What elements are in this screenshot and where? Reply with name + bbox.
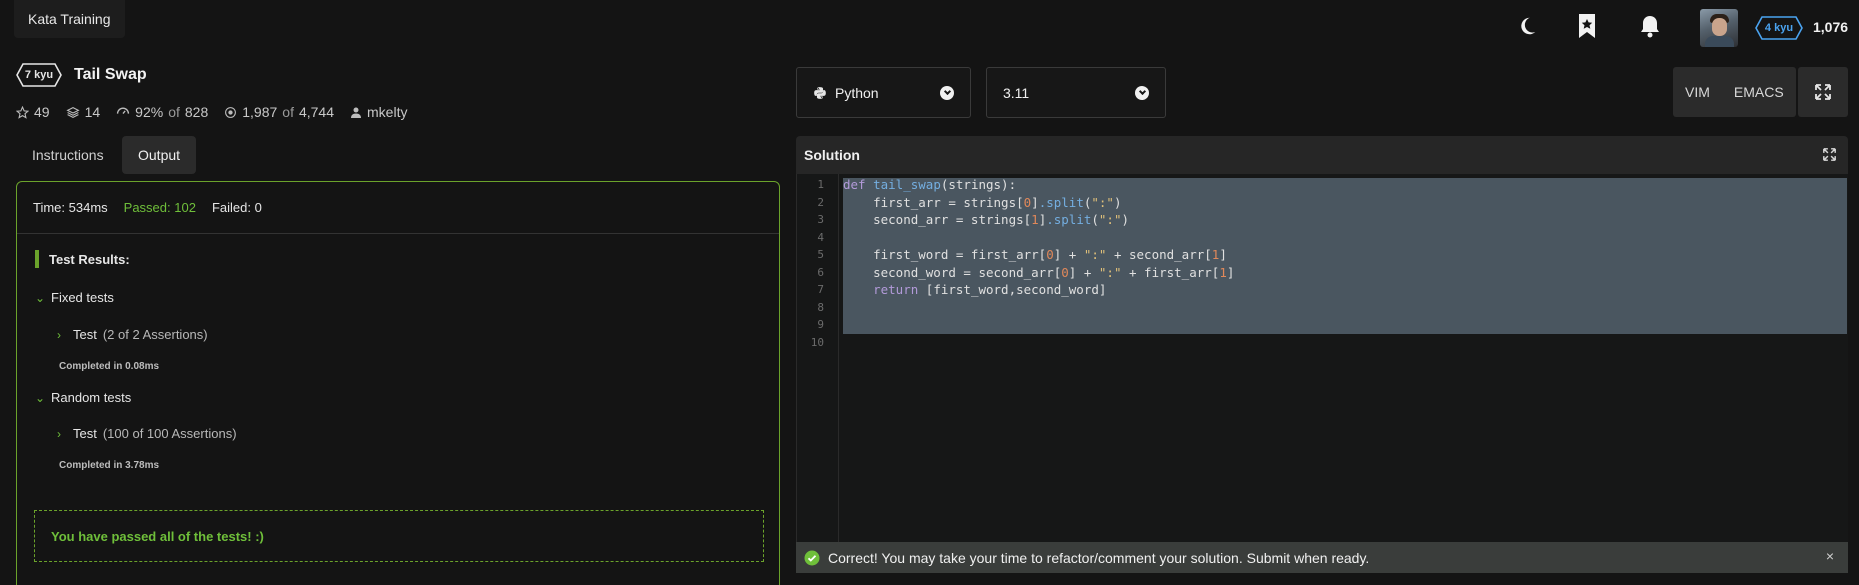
passed-stat: Passed: 102: [123, 200, 196, 215]
code-editor[interactable]: 1 2 3 4 5 6 7 8 9 10 def tail_swap(strin…: [796, 174, 1848, 542]
author-name: mkelty: [367, 104, 408, 120]
version-select[interactable]: 3.11: [986, 67, 1166, 118]
time-stat: Time: 534ms: [33, 200, 108, 215]
collections-stat[interactable]: 14: [65, 104, 101, 120]
success-toast: Correct! You may take your time to refac…: [796, 542, 1848, 573]
tab-instructions[interactable]: Instructions: [16, 136, 120, 174]
stars-stat[interactable]: 49: [16, 104, 50, 120]
satisfaction-percent: 92%: [135, 104, 164, 120]
fullscreen-icon: [1815, 84, 1831, 100]
results-marker: [35, 250, 39, 268]
editor-mode-buttons: VIM EMACS: [1673, 67, 1796, 117]
code-line[interactable]: [843, 230, 851, 245]
code-line[interactable]: [843, 335, 851, 350]
line-number: 10: [810, 335, 824, 349]
layers-icon: [65, 106, 80, 118]
emacs-mode-button[interactable]: EMACS: [1722, 67, 1796, 117]
completed-of: of: [282, 104, 294, 120]
line-number: 4: [817, 230, 824, 244]
expand-icon[interactable]: [1823, 148, 1836, 164]
line-number-gutter: 1 2 3 4 5 6 7 8 9 10: [797, 174, 839, 542]
language-value: Python: [835, 84, 879, 101]
fullscreen-button[interactable]: [1798, 67, 1848, 117]
code-line[interactable]: [843, 300, 851, 315]
kata-kyu-label: 7 kyu: [24, 69, 54, 81]
test-results-heading: Test Results:: [49, 252, 130, 267]
close-icon[interactable]: ×: [1826, 548, 1834, 564]
satisfaction-votes: 828: [184, 104, 209, 120]
bell-icon[interactable]: [1636, 12, 1664, 40]
line-number: 6: [817, 265, 824, 279]
completed-count: 1,987: [242, 104, 278, 120]
group-label: Fixed tests: [51, 290, 114, 305]
pass-message: You have passed all of the tests! :): [51, 528, 264, 544]
line-number: 9: [817, 318, 824, 331]
test-label: Test: [73, 327, 97, 342]
chevron-down-icon: ⌄: [35, 390, 46, 405]
user-rank-label: 4 kyu: [1764, 22, 1794, 34]
completed-icon: [225, 106, 237, 118]
kata-training-brand[interactable]: Kata Training: [14, 0, 125, 38]
random-tests-duration: Completed in 3.78ms: [59, 460, 160, 471]
version-value: 3.11: [1003, 84, 1030, 101]
code-line[interactable]: second_arr = strings[1].split(":"): [843, 212, 1129, 227]
check-circle-icon: [804, 550, 820, 565]
satisfaction-of: of: [168, 104, 180, 120]
output-summary: Time: 534ms Passed: 102 Failed: 0: [17, 182, 779, 234]
test-label: Test: [73, 426, 97, 441]
assertion-count: (2 of 2 Assertions): [102, 327, 208, 342]
bookmark-star-icon[interactable]: [1573, 12, 1601, 40]
line-number: 2: [817, 195, 824, 209]
assertion-count: (100 of 100 Assertions): [102, 426, 237, 441]
random-test-item[interactable]: › Test (100 of 100 Assertions): [57, 426, 237, 441]
stars-count: 49: [34, 104, 50, 120]
kata-stats: 49 14 92% of 828 1,987 of 4,744 mkelty: [16, 104, 407, 120]
code-line[interactable]: first_arr = strings[0].split(":"): [843, 195, 1121, 210]
pass-message-box: You have passed all of the tests! :): [34, 510, 764, 562]
tab-output[interactable]: Output: [122, 136, 197, 174]
collections-count: 14: [84, 104, 101, 120]
python-icon: [814, 86, 826, 99]
language-select[interactable]: Python: [796, 67, 971, 118]
satisfaction-stat: 92% of 828: [116, 104, 208, 120]
random-tests-group[interactable]: ⌄ Random tests: [35, 390, 131, 405]
group-label: Random tests: [51, 390, 132, 405]
vim-mode-button[interactable]: VIM: [1673, 67, 1722, 117]
user-icon: [351, 107, 362, 118]
honor-score: 1,076: [1813, 19, 1849, 35]
moon-icon[interactable]: [1513, 12, 1541, 40]
failed-stat: Failed: 0: [211, 200, 262, 215]
solution-title: Solution: [804, 147, 860, 163]
chevron-right-icon: ›: [57, 327, 61, 342]
line-number: 1: [817, 178, 824, 191]
code-line[interactable]: [843, 317, 851, 332]
fixed-tests-duration: Completed in 0.08ms: [59, 361, 160, 372]
completed-total: 4,744: [298, 104, 335, 120]
output-panel: Time: 534ms Passed: 102 Failed: 0 Test R…: [16, 181, 780, 585]
code-line[interactable]: return [first_word,second_word]: [843, 282, 1106, 297]
code-line[interactable]: first_word = first_arr[0] + ":" + second…: [843, 247, 1227, 262]
kata-title[interactable]: Tail Swap: [74, 66, 147, 84]
satisfaction-icon: [117, 107, 130, 114]
chevron-down-icon: [940, 85, 954, 100]
chevron-down-icon: ⌄: [35, 290, 46, 305]
chevron-right-icon: ›: [57, 426, 61, 441]
star-icon: [16, 105, 29, 119]
code-line[interactable]: second_word = second_arr[0] + ":" + firs…: [843, 265, 1234, 280]
fixed-test-item[interactable]: › Test (2 of 2 Assertions): [57, 327, 208, 342]
fixed-tests-group[interactable]: ⌄ Fixed tests: [35, 290, 114, 305]
kata-kyu-badge: 7 kyu: [16, 63, 62, 87]
line-number: 3: [817, 213, 824, 226]
chevron-down-icon: [1135, 85, 1149, 100]
line-number: 8: [817, 300, 824, 314]
solution-header: Solution: [796, 136, 1848, 174]
user-rank-badge: 4 kyu: [1755, 16, 1803, 40]
line-number: 5: [817, 248, 824, 261]
line-number: 7: [817, 283, 824, 296]
user-avatar[interactable]: [1700, 9, 1738, 47]
author-stat[interactable]: mkelty: [350, 104, 407, 120]
code-line[interactable]: def tail_swap(strings):: [843, 177, 1016, 192]
completed-stat: 1,987 of 4,744: [224, 104, 334, 120]
toast-message: Correct! You may take your time to refac…: [828, 549, 1370, 566]
